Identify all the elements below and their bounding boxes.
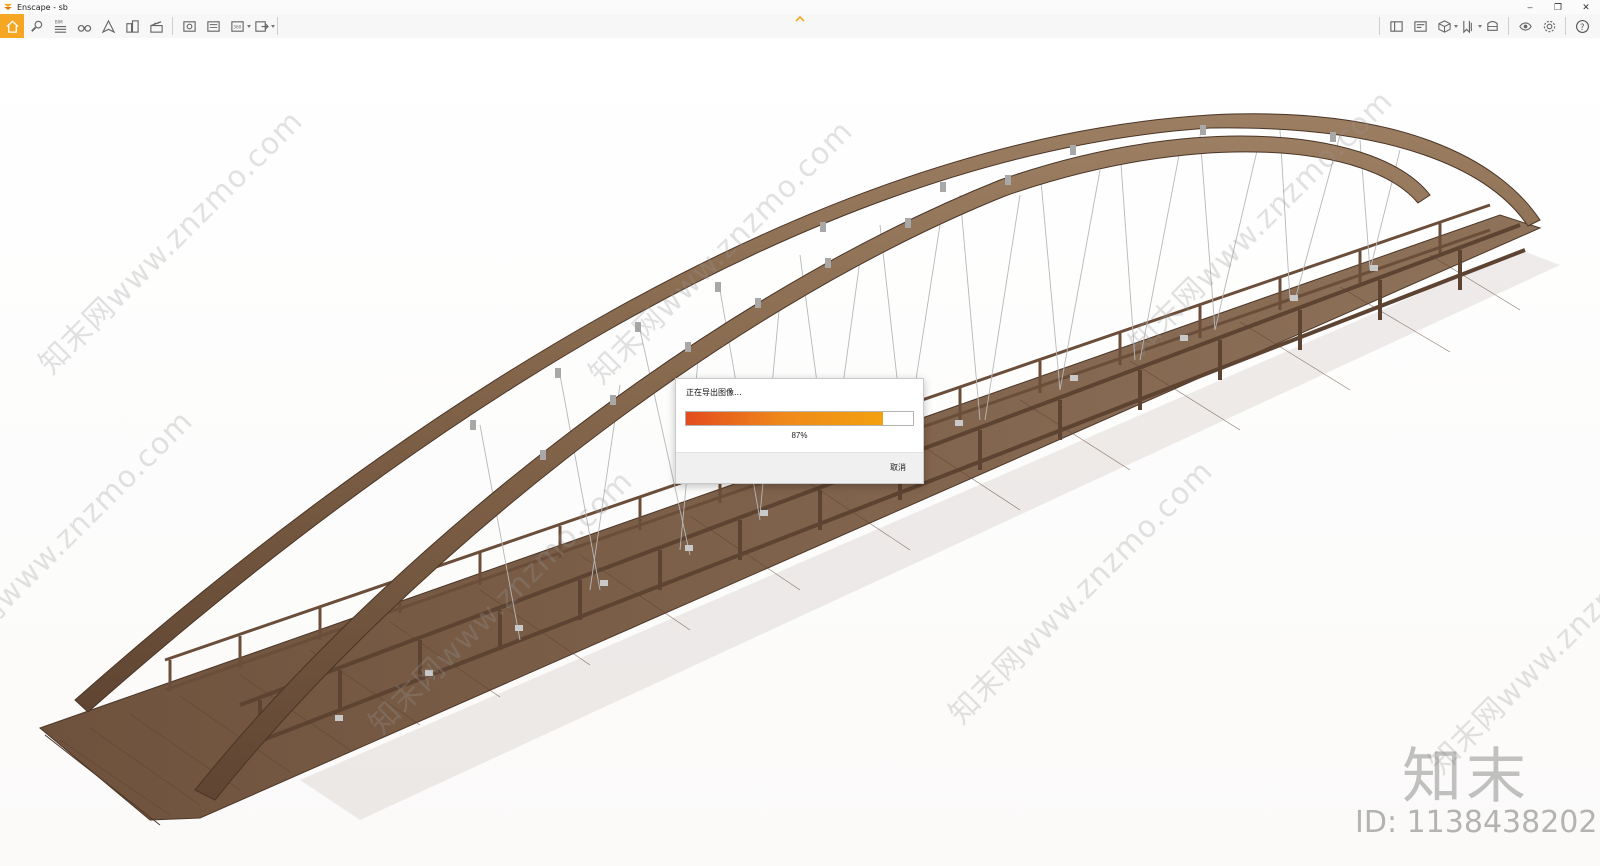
export-progress-dialog: 正在导出图像... 87% 取消 [675,378,924,484]
restore-button[interactable]: ❐ [1544,0,1572,14]
paint-button[interactable] [24,14,48,38]
progress-percent: 87% [791,431,808,440]
material-editor-icon [1462,20,1472,33]
screenshot-button[interactable] [177,14,201,38]
progress-fill [686,412,884,425]
view-management-button[interactable] [1384,14,1408,38]
home-icon [5,19,19,33]
toolbar-divider [1379,17,1380,35]
panorama-button[interactable]: 360 [225,14,251,38]
vr-button[interactable] [1513,14,1537,38]
export-icon [254,20,269,32]
help-icon: ? [1575,19,1589,33]
toolbar-right-group: ? [1375,14,1594,38]
panorama-icon: 360 [230,20,244,32]
view-management-icon [1389,20,1403,32]
bridge-shadow [300,250,1560,820]
binoculars-icon [77,24,91,32]
toolbar-divider [172,17,173,35]
brand-watermark: 知末 [1402,742,1530,812]
home-button[interactable] [0,14,24,38]
window-controls: – ❐ ✕ [1516,0,1600,14]
toolbar-divider [1508,17,1509,35]
enscape-logo-icon [4,4,12,10]
visual-settings-button[interactable] [1408,14,1432,38]
title-bar: Enscape - sb – ❐ ✕ [0,0,1600,14]
svg-text:BIM: BIM [54,19,62,24]
binoculars-button[interactable] [72,14,96,38]
minimize-button[interactable]: – [1516,0,1544,14]
help-button[interactable]: ? [1570,14,1594,38]
dialog-title: 正在导出图像... [686,388,742,397]
clapper-button[interactable] [144,14,168,38]
window-title: Enscape - sb [17,2,68,12]
settings-icon [1543,20,1555,32]
progress-bar [685,411,914,426]
bim-button[interactable]: BIM [48,14,72,38]
close-button[interactable]: ✕ [1572,0,1600,14]
batch-render-icon [206,20,220,32]
asset-library-icon [1437,19,1451,33]
material-editor-button[interactable] [1456,14,1482,38]
batch-render-button[interactable] [201,14,225,38]
clapper-icon [149,20,163,33]
atmosphere-button[interactable] [1480,14,1504,38]
export-button[interactable] [249,14,275,38]
asset-library-button[interactable] [1432,14,1458,38]
settings-button[interactable] [1537,14,1561,38]
svg-text:360: 360 [233,24,241,29]
dialog-footer: 取消 [676,452,923,483]
paint-icon [30,20,42,32]
screenshot-icon [182,20,196,32]
atmosphere-icon [1486,20,1498,31]
svg-text:?: ? [1579,21,1583,31]
collapse-toolbar-chevron-icon[interactable] [793,14,807,22]
visual-settings-icon [1413,20,1427,32]
toolbar-divider [1565,17,1566,35]
buildings-icon [125,19,139,33]
navigation-button[interactable] [96,14,120,38]
buildings-button[interactable] [120,14,144,38]
vr-icon [1518,21,1532,31]
bim-icon: BIM [54,19,66,33]
cancel-button[interactable]: 取消 [890,462,906,473]
navigation-icon [101,19,115,33]
toolbar-divider [277,17,278,35]
image-id-watermark: ID: 1138438202 [1355,805,1598,840]
